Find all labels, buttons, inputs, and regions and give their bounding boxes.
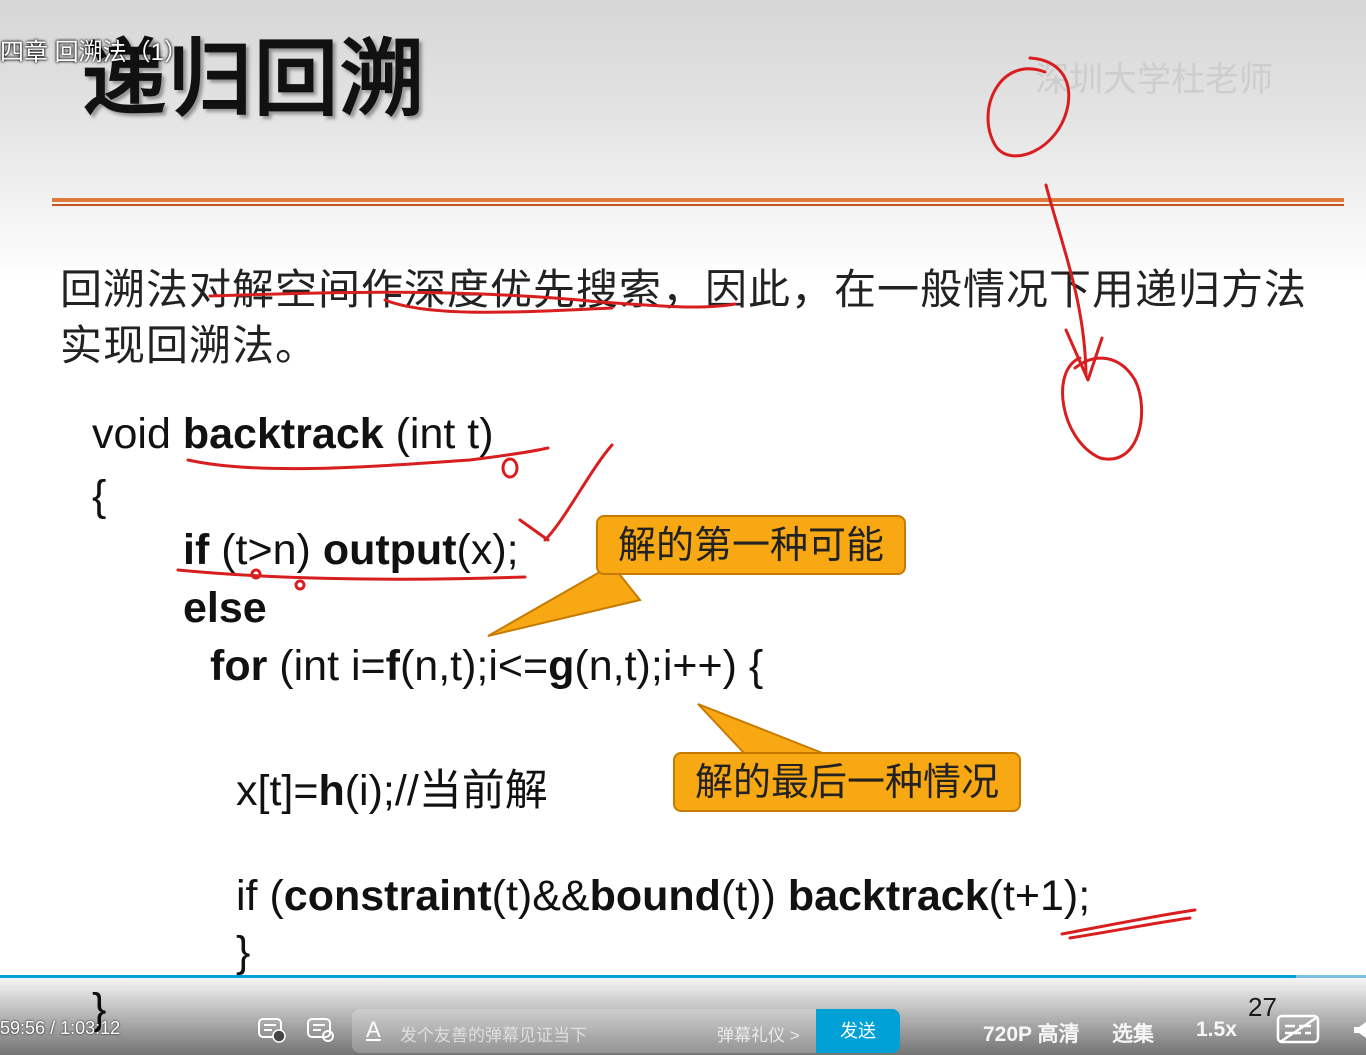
code-text: (t)) — [720, 872, 788, 920]
title-divider — [52, 198, 1344, 202]
episodes-button[interactable]: 选集 — [1112, 1018, 1154, 1048]
code-text: (t>n) — [221, 526, 311, 574]
code-function-name: f — [385, 642, 400, 690]
danmaku-toggle-icon[interactable] — [256, 1014, 286, 1044]
watermark: 深圳大学杜老师 — [1035, 60, 1273, 100]
code-function-name: bound — [589, 872, 721, 920]
code-keyword: for — [210, 642, 268, 690]
code-text: (t+1); — [988, 872, 1091, 920]
code-function-name: constraint — [283, 872, 492, 920]
code-text: (n,t);i<= — [399, 642, 549, 690]
code-text: if ( — [236, 872, 284, 920]
code-text: (int i= — [279, 642, 386, 690]
callout-last-case: 解的最后一种情况 — [673, 752, 1022, 812]
code-function-name: backtrack — [787, 872, 989, 920]
code-keyword: void — [92, 410, 171, 458]
code-line-for: for (int i=f(n,t);i<=g(n,t);i++) { — [210, 642, 763, 691]
progress-bar-fill — [0, 975, 1297, 978]
speed-button[interactable]: 1.5x — [1196, 1018, 1237, 1042]
code-function-name: h — [318, 767, 345, 815]
callout-first-possibility: 解的第一种可能 — [596, 515, 907, 575]
quality-button[interactable]: 720P 高清 — [983, 1018, 1080, 1048]
danmaku-placeholder: 发个友善的弹幕见证当下 — [400, 1026, 587, 1045]
current-time: 59:56 — [0, 1018, 46, 1038]
code-text: (int t) — [395, 410, 494, 458]
code-text: (n,t);i++) { — [574, 642, 764, 690]
slide: 深圳大学杜老师 递归回溯 四章 回溯法（1） 回溯法对解空间作深度优先搜索，因此… — [0, 0, 1366, 1055]
danmaku-settings-icon[interactable] — [305, 1014, 335, 1044]
video-title: 四章 回溯法（1） — [0, 39, 189, 66]
code-line-open-brace: { — [92, 472, 107, 520]
code-text: (x); — [456, 526, 519, 574]
code-function-name: backtrack — [182, 410, 384, 458]
code-text: (t)&& — [491, 872, 590, 920]
volume-icon[interactable] — [1352, 1020, 1366, 1040]
send-danmaku-button[interactable]: 发送 — [816, 1009, 900, 1053]
total-time: 1:03:12 — [60, 1018, 121, 1038]
danmaku-etiquette-link[interactable]: 弹幕礼仪 > — [717, 1021, 800, 1046]
slide-title: 递归回溯 — [82, 30, 427, 128]
code-line-if: if (t>n) output(x); — [183, 526, 519, 575]
code-line-else: else — [183, 584, 267, 633]
intro-paragraph: 回溯法对解空间作深度优先搜索，因此，在一般情况下用递归方法实现回溯法。 — [60, 265, 1308, 370]
code-line-signature: void backtrack (int t) — [92, 410, 494, 459]
code-function-name: output — [322, 526, 457, 574]
code-keyword: if — [183, 526, 210, 574]
danmaku-style-icon[interactable]: A — [366, 1017, 381, 1043]
code-function-name: g — [548, 642, 575, 690]
code-line-recurse: if (constraint(t)&&bound(t)) backtrack(t… — [236, 872, 1090, 921]
playback-time: 59:56 / 1:03:12 — [0, 1018, 120, 1039]
code-text: (i);//当前解 — [344, 767, 548, 815]
code-line-inner-close: } — [236, 928, 251, 976]
subtitle-icon[interactable] — [1276, 1014, 1320, 1044]
code-text: x[t]= — [236, 767, 319, 815]
time-separator: / — [50, 1018, 56, 1038]
code-line-assign: x[t]=h(i);//当前解 — [236, 756, 548, 818]
code-keyword: else — [183, 584, 267, 632]
danmaku-input[interactable]: A 发个友善的弹幕见证当下 弹幕礼仪 > 发送 — [352, 1009, 900, 1053]
title-divider-shadow — [52, 204, 1344, 206]
